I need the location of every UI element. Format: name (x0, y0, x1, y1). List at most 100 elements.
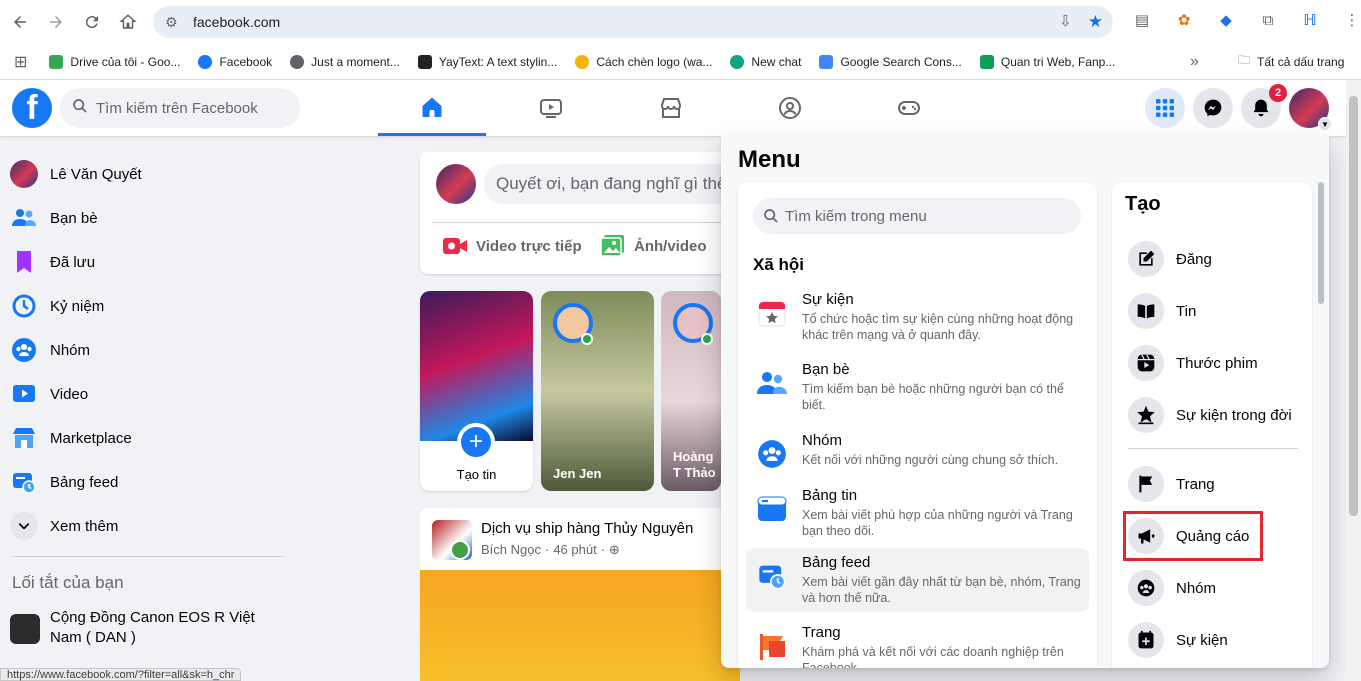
menu-item-events[interactable]: Sự kiện Tổ chức hoặc tìm sự kiện cùng nh… (746, 285, 1089, 349)
bookmark-item[interactable]: YayText: A text stylin... (417, 54, 557, 69)
menu-create-column: Tạo Đăng Tin Thước phim Sự kiện trong đờ… (1112, 183, 1312, 668)
account-avatar[interactable]: ▼ (1289, 88, 1332, 131)
create-story-card[interactable]: + Tạo tin (420, 291, 533, 491)
post-page-name[interactable]: Dịch vụ ship hàng Thủy Nguyên (481, 520, 693, 537)
menu-item-friends[interactable]: Bạn bè Tìm kiếm bạn bè hoặc những người … (746, 355, 1089, 419)
site-settings-icon[interactable]: ⚙ (165, 14, 185, 31)
live-video-button[interactable]: Video trực tiếp (442, 232, 582, 260)
status-bar-url: https://www.facebook.com/?filter=all&sk=… (0, 668, 242, 681)
sidebar-item-friends[interactable]: Bạn bè (10, 200, 98, 236)
bookmark-item[interactable]: Cách chèn logo (wa... (575, 54, 712, 69)
sidebar-item-feeds[interactable]: Bảng feed (10, 464, 118, 500)
extension-gear-icon[interactable]: ✿ (1174, 10, 1194, 30)
home-icon (119, 14, 137, 29)
facebook-header: f Tìm kiếm trên Facebook 2 ▼ (0, 80, 1346, 136)
post-author[interactable]: Bích Ngọc (481, 542, 541, 558)
add-story-button[interactable]: + (457, 423, 495, 461)
menu-item-news-feed[interactable]: Bảng tin Xem bài viết phù hợp của những … (746, 481, 1089, 545)
groups-icon (10, 336, 38, 364)
tab-gaming[interactable] (855, 80, 963, 136)
groups-icon (754, 436, 790, 472)
tab-groups[interactable] (736, 80, 844, 136)
bookmark-item[interactable]: Quan tri Web, Fanp... (979, 54, 1115, 69)
page-scrollbar-thumb[interactable] (1349, 96, 1358, 516)
create-reel-button[interactable]: Thước phim (1128, 343, 1258, 383)
edit-icon (1128, 241, 1164, 277)
profile-extension-icon[interactable]: ℍ (1300, 10, 1320, 30)
create-page-button[interactable]: Trang (1128, 464, 1215, 504)
sidebar-item-saved[interactable]: Đã lưu (10, 244, 95, 280)
notifications-button[interactable]: 2 (1241, 84, 1287, 128)
feeds-icon (754, 558, 790, 594)
home-button[interactable] (112, 6, 144, 38)
create-life-event-button[interactable]: Sự kiện trong đời (1128, 395, 1292, 435)
composer-divider (432, 222, 732, 223)
extension-doc-icon[interactable]: ▤ (1132, 10, 1152, 30)
feeds-icon (10, 468, 38, 496)
more-bookmarks-button[interactable]: » (1190, 53, 1199, 71)
bookmark-item[interactable]: Drive của tôi - Goo... (49, 54, 180, 69)
chevron-down-icon (10, 512, 38, 540)
notification-badge: 2 (1269, 84, 1287, 102)
sidebar-item-profile[interactable]: Lê Văn Quyết (10, 156, 142, 192)
tab-marketplace[interactable] (617, 80, 725, 136)
forward-button[interactable] (40, 6, 72, 38)
video-icon (540, 99, 562, 118)
bookmark-item[interactable]: Facebook (198, 54, 272, 69)
sidebar-item-groups[interactable]: Nhóm (10, 332, 90, 368)
sidebar-item-video[interactable]: Video (10, 376, 88, 412)
url-text[interactable]: facebook.com (193, 14, 280, 30)
create-story-button[interactable]: Tin (1128, 291, 1196, 331)
sidebar-divider (12, 556, 284, 557)
post-time[interactable]: 46 phút (553, 542, 596, 558)
menu-item-groups[interactable]: Nhóm Kết nối với những người cùng chung … (746, 426, 1089, 474)
bookmark-item[interactable]: New chat (730, 54, 801, 69)
search-placeholder: Tìm kiếm trên Facebook (96, 99, 258, 117)
story-author: Hoàng T Thảo (673, 449, 716, 480)
yaytext-icon (417, 54, 432, 69)
post-image[interactable] (420, 570, 740, 681)
bookmark-star-icon[interactable]: ★ (1088, 12, 1103, 32)
extensions-puzzle-icon[interactable]: ⧉ (1258, 10, 1278, 30)
tab-home[interactable] (378, 80, 486, 136)
menu-scrollbar[interactable] (1318, 182, 1324, 304)
menu-search-input[interactable]: Tìm kiếm trong menu (753, 198, 1081, 234)
all-bookmarks-folder[interactable]: 🗀 Tất cả dấu trang (1238, 51, 1344, 72)
create-group-button[interactable]: Nhóm (1128, 568, 1216, 608)
news-feed-icon (754, 491, 790, 527)
bookmark-item[interactable]: Google Search Cons... (819, 54, 962, 69)
sidebar-item-memories[interactable]: Kỷ niệm (10, 288, 104, 324)
browser-menu-icon[interactable]: ⋮ (1342, 10, 1361, 30)
story-card[interactable]: Jen Jen (541, 291, 654, 491)
photo-video-button[interactable]: Ảnh/video (600, 232, 707, 260)
composer-avatar[interactable] (436, 164, 476, 204)
menu-item-pages[interactable]: Trang Khám phá và kết nối với các doanh … (746, 618, 1089, 668)
facebook-logo[interactable]: f (12, 88, 52, 128)
bookmark-item[interactable]: Just a moment... (290, 54, 400, 69)
facebook-search[interactable]: Tìm kiếm trên Facebook (60, 88, 300, 128)
highlight-box (1123, 511, 1263, 561)
page-scrollbar[interactable] (1346, 80, 1361, 681)
create-post-button[interactable]: Đăng (1128, 239, 1212, 279)
book-icon (1128, 293, 1164, 329)
extension-shield-icon[interactable]: ◆ (1216, 10, 1236, 30)
story-card[interactable]: Hoàng T Thảo (661, 291, 721, 491)
install-app-icon[interactable]: ⇩ (1059, 12, 1072, 32)
tab-video[interactable] (497, 80, 605, 136)
menu-item-feeds[interactable]: Bảng feed Xem bài viết gần đây nhất từ b… (746, 548, 1089, 612)
create-event-button[interactable]: Sự kiện (1128, 620, 1228, 660)
menu-button[interactable] (1145, 88, 1185, 128)
apps-grid-icon[interactable]: ⊞ (14, 52, 27, 72)
drive-icon (49, 54, 64, 69)
facebook-icon (198, 54, 213, 69)
friends-icon (10, 204, 38, 232)
reload-button[interactable] (76, 6, 108, 38)
composer-input[interactable]: Quyết ơi, bạn đang nghĩ gì thế? (484, 164, 740, 204)
address-bar[interactable]: ⚙ facebook.com ⇩ ★ (153, 6, 1113, 38)
shortcut-item[interactable]: Cộng Đồng Canon EOS R Việt Nam ( DAN ) (10, 608, 280, 648)
back-button[interactable] (4, 6, 36, 38)
sidebar-item-see-more[interactable]: Xem thêm (10, 508, 118, 544)
calendar-star-icon (754, 295, 790, 331)
messenger-button[interactable] (1193, 88, 1233, 128)
sidebar-item-marketplace[interactable]: Marketplace (10, 420, 132, 456)
